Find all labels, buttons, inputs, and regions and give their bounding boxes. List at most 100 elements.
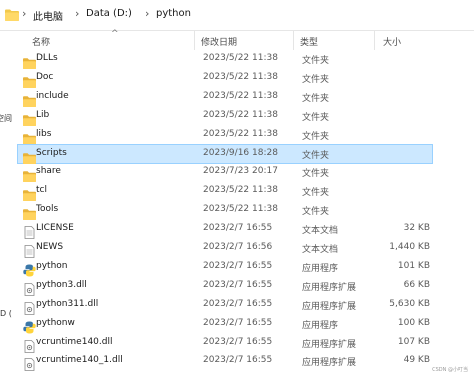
file-modified: 2023/5/22 11:38 (203, 71, 278, 82)
file-type: 应用程序 (302, 263, 339, 274)
watermark: CSDN @小叮当 (432, 367, 468, 373)
column-size[interactable]: 大小 (383, 35, 401, 48)
file-size: 101 KB (397, 260, 430, 271)
file-type: 文件夹 (302, 150, 330, 161)
file-row-doc[interactable]: Doc 2023/5/22 11:38 文件夹 (18, 69, 432, 88)
nav-fragment-text: D ( (0, 309, 12, 318)
file-row-scripts[interactable]: Scripts 2023/9/16 18:28 文件夹 (17, 143, 433, 165)
file-type: 文件夹 (302, 188, 330, 199)
breadcrumb-python[interactable]: python (156, 8, 191, 19)
chevron-right-icon: › (22, 7, 27, 20)
file-name: libs (36, 128, 52, 139)
file-size: 100 KB (397, 317, 430, 328)
file-modified: 2023/2/7 16:55 (203, 355, 273, 366)
folder-icon (23, 111, 36, 126)
file-modified: 2023/2/7 16:55 (203, 260, 273, 271)
file-type: 应用程序扩展 (302, 301, 357, 312)
file-modified: 2023/2/7 16:56 (203, 242, 273, 252)
file-size: 5,630 KB (389, 298, 430, 309)
file-name: python311.dll (36, 298, 99, 309)
file-name: Scripts (36, 147, 67, 158)
file-row-vcruntime140-1-dll[interactable]: vcruntime140_1.dll 2023/2/7 16:55 应用程序扩展 49… (18, 352, 432, 372)
dll-file-icon (23, 338, 36, 353)
file-row-include[interactable]: include 2023/5/22 11:38 文件夹 (18, 88, 432, 107)
file-modified: 2023/5/22 11:38 (203, 185, 278, 196)
folder-icon (5, 9, 19, 21)
dll-file-icon (23, 281, 36, 296)
file-modified: 2023/2/7 16:55 (203, 279, 273, 290)
file-size: 66 KB (403, 279, 430, 290)
file-row-news[interactable]: NEWS 2023/2/7 16:56 文本文档 1,440 KB (18, 239, 432, 258)
file-name: Tools (36, 204, 59, 215)
file-size: 1,440 KB (389, 242, 430, 252)
column-type[interactable]: 类型 (300, 35, 318, 48)
dll-file-icon (23, 356, 36, 372)
file-name: NEWS (36, 242, 64, 252)
file-modified: 2023/2/7 16:55 (203, 223, 273, 234)
file-row-tools[interactable]: Tools 2023/5/22 11:38 文件夹 (18, 201, 432, 221)
file-name: vcruntime140_1.dll (36, 355, 123, 366)
file-modified: 2023/2/7 16:55 (203, 336, 273, 347)
file-size: 107 KB (397, 336, 430, 347)
file-modified: 2023/5/22 11:38 (203, 204, 278, 215)
chevron-right-icon: › (75, 7, 80, 20)
file-type: 文件夹 (302, 131, 330, 142)
file-type: 应用程序扩展 (302, 282, 357, 293)
text-file-icon (23, 224, 36, 239)
file-name: LICENSE (36, 223, 74, 234)
file-row-pythonw[interactable]: pythonw 2023/2/7 16:55 应用程序 100 KB (18, 315, 432, 334)
file-name: pythonw (36, 317, 75, 328)
breadcrumb-this-pc[interactable]: 此电脑 (33, 8, 63, 23)
file-type: 应用程序 (302, 320, 339, 331)
file-type: 文本文档 (302, 245, 339, 255)
file-modified: 2023/5/22 11:38 (203, 128, 278, 139)
file-type: 应用程序扩展 (302, 339, 357, 350)
folder-icon (23, 186, 36, 202)
column-divider[interactable] (194, 31, 195, 50)
file-modified: 2023/7/23 20:17 (203, 166, 278, 177)
file-name: python (36, 260, 68, 271)
file-name: Lib (36, 109, 50, 120)
navigation-pane[interactable]: 空间 D ( (0, 31, 14, 376)
file-size: 49 KB (403, 355, 430, 366)
column-divider[interactable] (374, 31, 375, 50)
file-name: share (36, 166, 61, 177)
file-type: 应用程序扩展 (302, 358, 357, 369)
file-row-license[interactable]: LICENSE 2023/2/7 16:55 文本文档 32 KB (18, 220, 432, 239)
file-type: 文本文档 (302, 226, 339, 237)
file-row-python3-dll[interactable]: python3.dll 2023/2/7 16:55 应用程序扩展 66 KB (18, 277, 432, 296)
folder-icon (23, 92, 36, 107)
column-divider[interactable] (293, 31, 294, 50)
column-modified[interactable]: 修改日期 (201, 35, 237, 48)
file-type: 文件夹 (302, 74, 330, 85)
folder-icon (23, 130, 36, 145)
folder-icon (23, 54, 36, 69)
file-modified: 2023/5/22 11:38 (203, 90, 278, 101)
folder-icon (23, 167, 36, 183)
python-app-icon (23, 319, 36, 334)
address-bar[interactable]: › 此电脑 › Data (D:) › python (0, 0, 474, 31)
dll-file-icon (23, 300, 36, 315)
file-row-python311-dll[interactable]: python311.dll 2023/2/7 16:55 应用程序扩展 5,630 K… (18, 296, 432, 315)
file-row-python[interactable]: python 2023/2/7 16:55 应用程序 101 KB (18, 258, 432, 277)
file-row-tcl[interactable]: tcl 2023/5/22 11:38 文件夹 (18, 182, 432, 202)
file-row-libs[interactable]: libs 2023/5/22 11:38 文件夹 (18, 126, 432, 145)
file-row-dlls[interactable]: DLLs 2023/5/22 11:38 文件夹 (18, 50, 432, 69)
file-name: tcl (36, 185, 47, 196)
nav-fragment-text: 空间 (0, 114, 12, 123)
file-row-lib[interactable]: Lib 2023/5/22 11:38 文件夹 (18, 107, 432, 126)
file-modified: 2023/5/22 11:38 (203, 109, 278, 120)
file-modified: 2023/2/7 16:55 (203, 298, 273, 309)
file-modified: 2023/2/7 16:55 (203, 317, 273, 328)
file-type: 文件夹 (302, 112, 330, 123)
file-type: 文件夹 (302, 93, 330, 104)
file-name: include (36, 90, 69, 101)
column-name[interactable]: 名称 (32, 35, 50, 48)
file-row-share[interactable]: share 2023/7/23 20:17 文件夹 (18, 163, 432, 183)
file-name: DLLs (36, 53, 58, 63)
file-row-vcruntime140-dll[interactable]: vcruntime140.dll 2023/2/7 16:55 应用程序扩展 107 … (18, 334, 432, 353)
breadcrumb-drive[interactable]: Data (D:) (86, 8, 132, 19)
file-modified: 2023/5/22 11:38 (203, 53, 278, 63)
file-name: vcruntime140.dll (36, 336, 113, 347)
file-name: python3.dll (36, 279, 87, 290)
